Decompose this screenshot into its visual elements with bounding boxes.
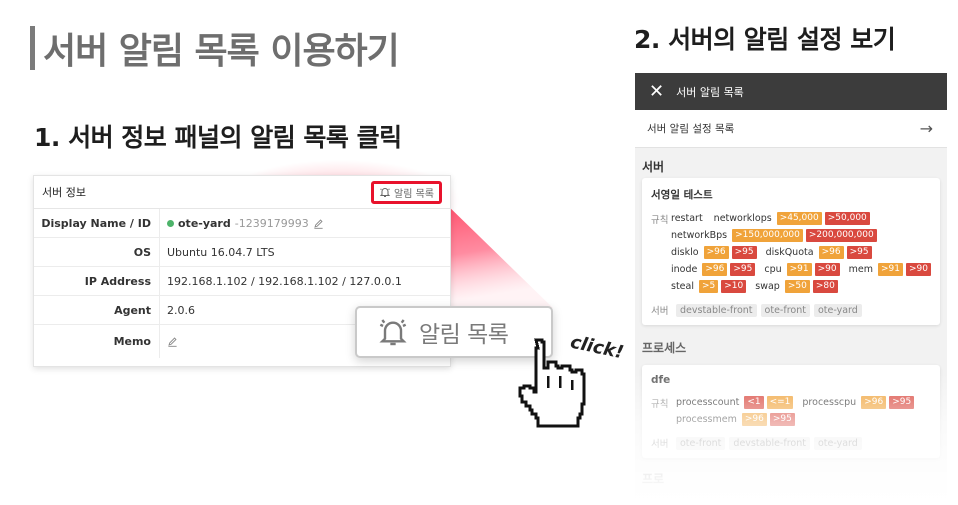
process-rule-card[interactable]: dfe 규칙 processcount <1 <=1 processcpu >9…	[642, 365, 940, 458]
warning-threshold-badge: >50	[784, 280, 810, 293]
close-icon[interactable]: ✕	[649, 82, 664, 101]
rules-label: 규칙	[651, 399, 669, 410]
metric-name: cpu	[764, 264, 782, 275]
rule-line: inode >96 >95 cpu >91 >90 mem >91 >90	[671, 261, 931, 278]
row-label: Memo	[34, 325, 160, 358]
edit-pencil-icon[interactable]	[313, 218, 324, 229]
alarm-list-button[interactable]: 알림 목록	[371, 180, 442, 204]
row-label: Agent	[34, 296, 160, 324]
section-server-title: 서버	[642, 160, 665, 174]
os-value: Ubuntu 16.04.7 LTS	[167, 245, 275, 259]
rule-line: steal >5 >10 swap >50 >80	[671, 278, 931, 295]
main-title-text: 서버 알림 목록 이용하기	[43, 31, 400, 72]
server-id: -1239179993	[234, 216, 309, 230]
server-tag: ote-yard	[813, 303, 862, 317]
metric-name: diskQuota	[765, 247, 814, 258]
fatal-threshold-badge: >90	[906, 263, 931, 276]
metric-name: mem	[848, 264, 873, 275]
warning-threshold-badge: >96	[702, 263, 728, 276]
warning-threshold-badge: >96	[741, 413, 767, 426]
fatal-threshold-badge: >200,000,000	[805, 229, 877, 242]
metric-name: inode	[671, 264, 698, 275]
fatal-threshold-badge: >95	[889, 396, 915, 409]
metric-name: swap	[755, 281, 780, 292]
rule-card-title: 서영일 테스트	[651, 189, 713, 201]
metric-name: steal	[671, 281, 694, 292]
mobile-header: ✕ 서버 알림 목록	[635, 73, 947, 110]
rule-line: disklo >96 >95 diskQuota >96 >95	[671, 244, 931, 261]
warning-threshold-badge: <=1	[766, 396, 794, 409]
server-tags: 서버 devstable-front ote-front ote-yard	[651, 303, 931, 317]
server-rule-card[interactable]: 서영일 테스트 규칙 restart networklops >45,000 >…	[642, 178, 940, 325]
warning-threshold-badge: >150,000,000	[732, 229, 803, 242]
metric-name: processmem	[676, 414, 737, 425]
metric-name: processcount	[676, 397, 740, 408]
metric-name: disklo	[671, 247, 699, 258]
main-title: 서버 알림 목록 이용하기	[30, 22, 400, 74]
server-name: ote-yard	[178, 216, 231, 230]
pointer-hand-icon	[518, 338, 586, 428]
row-label: IP Address	[34, 267, 160, 295]
title-bar	[30, 26, 35, 70]
alarm-list-callout-label: 알림 목록	[419, 322, 509, 348]
step2-title: 2. 서버의 알림 설정 보기	[634, 25, 896, 54]
fatal-threshold-badge: >95	[769, 413, 795, 426]
rule-card-title: dfe	[651, 374, 671, 386]
row-ip-address: IP Address 192.168.1.102 / 192.168.1.102…	[34, 267, 450, 296]
ip-value: 192.168.1.102 / 192.168.1.102 / 127.0.0.…	[167, 274, 402, 288]
mobile-header-title: 서버 알림 목록	[676, 85, 744, 99]
rule-line: processcount <1 <=1 processcpu >96 >95	[676, 394, 931, 411]
alarm-settings-link[interactable]: 서버 알림 설정 목록 →	[635, 110, 947, 148]
bell-icon	[379, 319, 407, 346]
server-tag: ote-front	[676, 436, 726, 450]
agent-value: 2.0.6	[167, 303, 195, 317]
fatal-threshold-badge: >95	[730, 263, 756, 276]
warning-threshold-badge: >91	[878, 263, 903, 276]
status-dot	[167, 219, 174, 227]
warning-threshold-badge: >45,000	[776, 212, 822, 225]
row-label: OS	[34, 238, 160, 266]
rule-line: processmem >96 >95	[676, 411, 931, 428]
mobile-alarm-panel: ✕ 서버 알림 목록 서버 알림 설정 목록 → 서버 서영일 테스트 규칙 r…	[635, 73, 947, 505]
warning-threshold-badge: >96	[818, 246, 844, 259]
fatal-threshold-badge: >10	[721, 280, 747, 293]
fatal-threshold-badge: <1	[744, 396, 764, 409]
alarm-list-button-label: 알림 목록	[394, 188, 434, 200]
row-label: Display Name / ID	[34, 209, 160, 237]
section-next-title: 프로	[642, 472, 665, 486]
rules-label: 규칙	[651, 215, 669, 226]
step1-title: 1. 서버 정보 패널의 알림 목록 클릭	[34, 123, 402, 152]
fatal-threshold-badge: >95	[846, 246, 872, 259]
metric-name: networklops	[713, 213, 772, 224]
panel-header: 서버 정보 알림 목록	[34, 176, 450, 209]
fatal-threshold-badge: >90	[814, 263, 840, 276]
edit-pencil-icon[interactable]	[167, 336, 178, 347]
warning-threshold-badge: >5	[698, 280, 719, 293]
server-tags: 서버 ote-front devstable-front ote-yard	[651, 436, 931, 450]
warning-threshold-badge: >96	[861, 396, 887, 409]
fatal-threshold-badge: >95	[731, 246, 757, 259]
bell-icon	[379, 188, 391, 197]
server-tag: ote-front	[760, 303, 810, 317]
arrow-right-icon: →	[919, 119, 933, 138]
server-tag: devstable-front	[676, 303, 757, 317]
rule-line: networkBps >150,000,000 >200,000,000	[671, 227, 931, 244]
row-display-name: Display Name / ID ote-yard -1239179993	[34, 209, 450, 238]
server-tag: ote-yard	[813, 436, 862, 450]
servers-label: 서버	[651, 439, 669, 450]
section-process-title: 프로세스	[642, 341, 687, 355]
row-os: OS Ubuntu 16.04.7 LTS	[34, 238, 450, 267]
warning-threshold-badge: >96	[703, 246, 729, 259]
fatal-threshold-badge: >50,000	[824, 212, 870, 225]
panel-title: 서버 정보	[42, 186, 86, 199]
alarm-settings-link-label: 서버 알림 설정 목록	[647, 123, 735, 135]
metric-name: networkBps	[671, 230, 728, 241]
warning-threshold-badge: >91	[786, 263, 812, 276]
metric-name: restart	[671, 213, 703, 224]
fatal-threshold-badge: >80	[812, 280, 838, 293]
server-tag: devstable-front	[729, 436, 810, 450]
metric-name: processcpu	[802, 397, 857, 408]
rule-line: restart networklops >45,000 >50,000	[671, 210, 931, 227]
servers-label: 서버	[651, 306, 669, 317]
